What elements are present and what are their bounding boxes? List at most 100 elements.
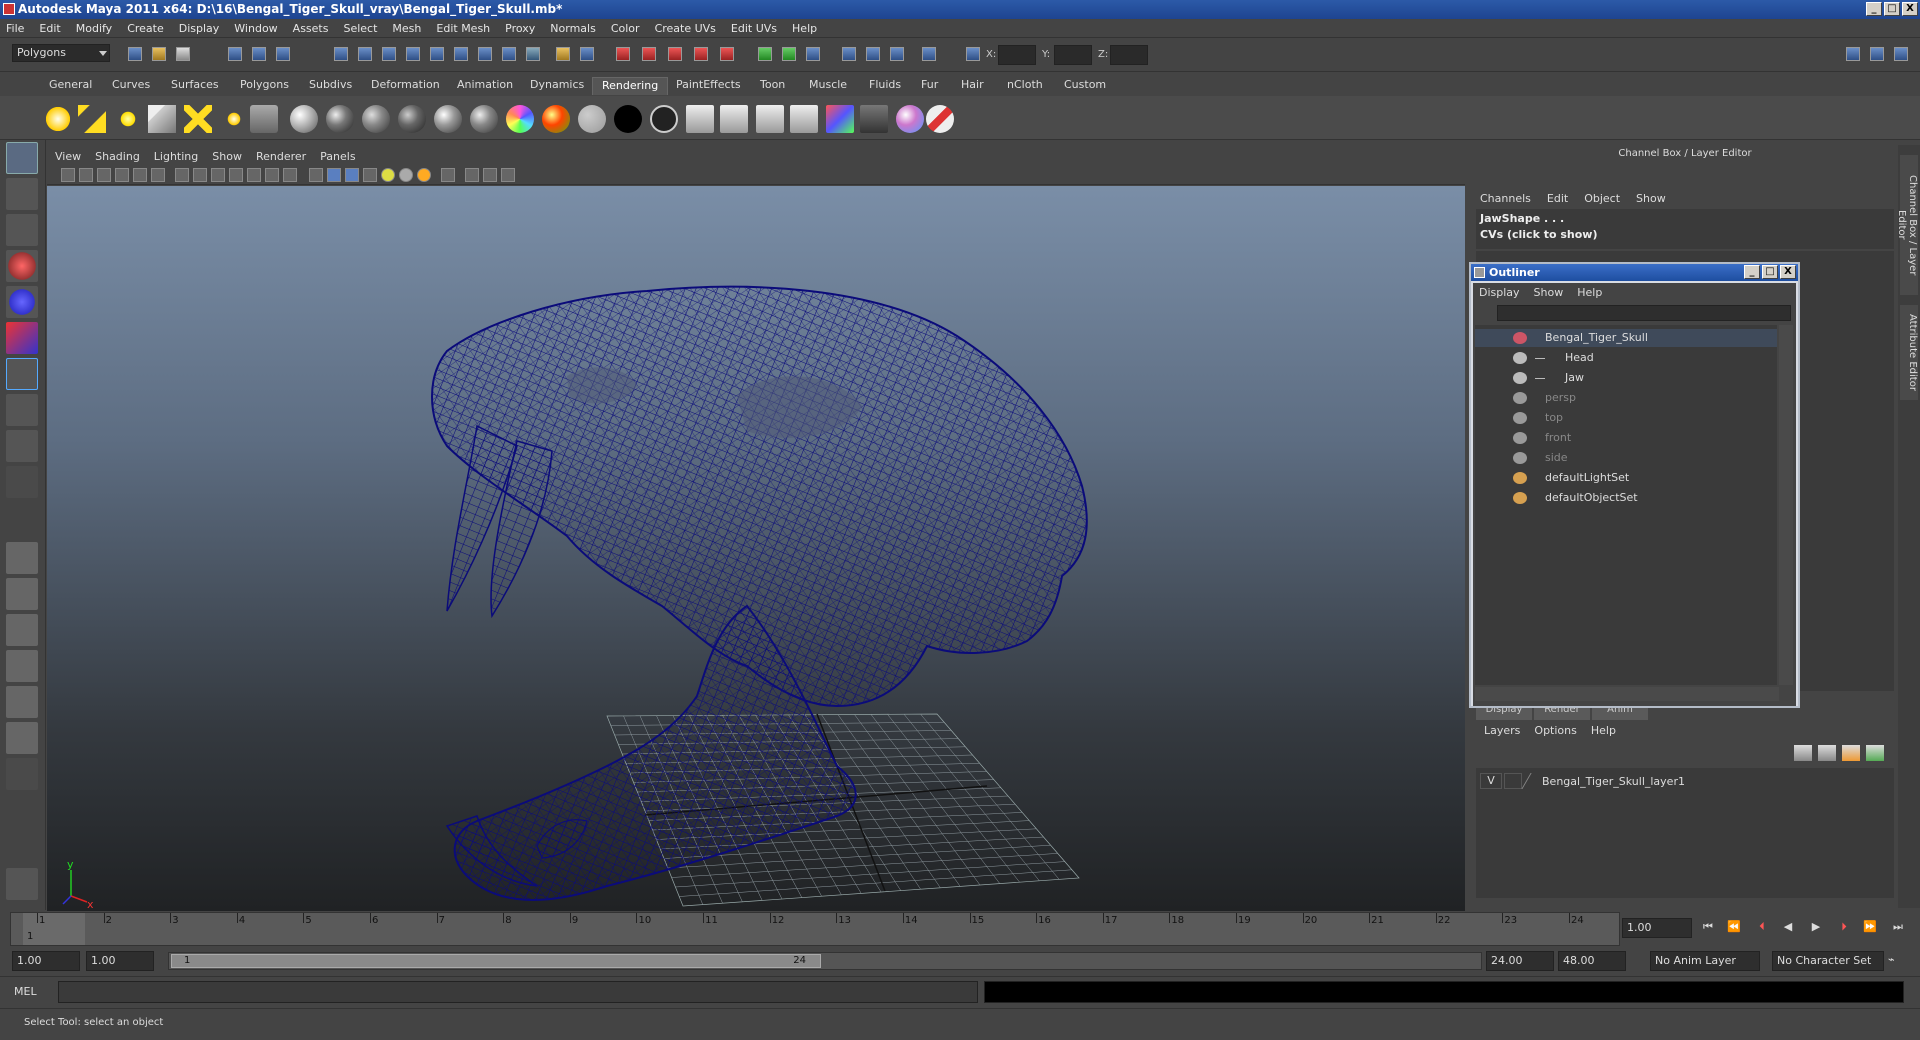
shelf-tab-painteffects[interactable]: PaintEffects bbox=[667, 77, 750, 95]
field-chart-icon[interactable] bbox=[247, 168, 261, 182]
xray-joints-icon[interactable] bbox=[483, 168, 497, 182]
shelf-tab-subdivs[interactable]: Subdivs bbox=[300, 77, 361, 95]
menu-select[interactable]: Select bbox=[343, 22, 377, 35]
move-layer-down-icon[interactable] bbox=[1818, 745, 1836, 761]
directional-light-icon[interactable] bbox=[78, 105, 106, 133]
output-ops-icon[interactable] bbox=[778, 43, 800, 65]
shelf-tab-custom[interactable]: Custom bbox=[1055, 77, 1115, 95]
universal-manipulator-icon[interactable] bbox=[6, 358, 38, 390]
viewport-menu-view[interactable]: View bbox=[55, 150, 81, 163]
select-surfaces-icon[interactable] bbox=[402, 43, 424, 65]
highlight-selection-icon[interactable] bbox=[576, 43, 598, 65]
layer-row[interactable]: V Bengal_Tiger_Skull_layer1 bbox=[1480, 772, 1890, 790]
menu-window[interactable]: Window bbox=[234, 22, 277, 35]
layer-menu-help[interactable]: Help bbox=[1591, 724, 1616, 737]
safe-title-icon[interactable] bbox=[283, 168, 297, 182]
layer-menu-options[interactable]: Options bbox=[1534, 724, 1576, 737]
open-scene-icon[interactable] bbox=[148, 43, 170, 65]
outliner-item[interactable]: top bbox=[1475, 409, 1777, 427]
outliner-filter-input[interactable] bbox=[1497, 305, 1791, 321]
two-d-pan-zoom-icon[interactable] bbox=[133, 168, 147, 182]
channel-box-menu-channels[interactable]: Channels bbox=[1480, 192, 1531, 205]
viewport-menu-renderer[interactable]: Renderer bbox=[256, 150, 306, 163]
textured-icon[interactable] bbox=[363, 168, 377, 182]
hypershade-shelf-icon[interactable] bbox=[826, 105, 854, 133]
outliner-menu-display[interactable]: Display bbox=[1479, 286, 1520, 299]
close-button[interactable]: X bbox=[1902, 2, 1918, 16]
step-forward-frame-icon[interactable]: ⏩ bbox=[1860, 920, 1880, 936]
new-layer-selected-icon[interactable] bbox=[1866, 745, 1884, 761]
viewport-menu-show[interactable]: Show bbox=[212, 150, 242, 163]
channel-box-object[interactable]: JawShape . . . CVs (click to show) bbox=[1476, 209, 1894, 249]
ambient-light-icon[interactable] bbox=[44, 105, 72, 133]
mel-label[interactable]: MEL bbox=[14, 985, 37, 998]
menu-proxy[interactable]: Proxy bbox=[505, 22, 535, 35]
question-icon[interactable] bbox=[522, 43, 544, 65]
menu-help[interactable]: Help bbox=[792, 22, 817, 35]
rotate-tool-icon[interactable] bbox=[6, 286, 38, 318]
command-input[interactable] bbox=[58, 981, 978, 1003]
resolution-gate-icon[interactable] bbox=[211, 168, 225, 182]
outliner-item[interactable]: defaultObjectSet bbox=[1475, 489, 1777, 507]
select-handles-icon[interactable] bbox=[330, 43, 352, 65]
outliner-minimize-button[interactable]: _ bbox=[1744, 265, 1760, 279]
shelf-tab-toon[interactable]: Toon bbox=[751, 77, 794, 95]
construction-history-icon[interactable] bbox=[802, 43, 824, 65]
time-slider[interactable]: 1 1 2 3 4 5 6 7 8 9 10 11 12 13 14 15 16 17 18 19 20 21 22 23 2… bbox=[10, 912, 1620, 946]
current-frame-marker[interactable]: 1 bbox=[23, 913, 85, 945]
shelf-tab-surfaces[interactable]: Surfaces bbox=[162, 77, 228, 95]
anisotropic-material-icon[interactable] bbox=[434, 105, 462, 133]
outliner-item[interactable]: Jaw bbox=[1475, 369, 1777, 387]
layout-collapse-icon[interactable] bbox=[6, 758, 38, 790]
x-field[interactable] bbox=[998, 45, 1036, 65]
viewport-menu-panels[interactable]: Panels bbox=[320, 150, 355, 163]
area-light-icon[interactable] bbox=[184, 105, 212, 133]
surface-shader-icon[interactable] bbox=[578, 105, 606, 133]
smooth-shade-icon[interactable] bbox=[327, 168, 341, 182]
isolate-select-icon[interactable] bbox=[441, 168, 455, 182]
select-by-hierarchy-icon[interactable] bbox=[224, 43, 246, 65]
step-forward-key-icon[interactable]: ⏵ bbox=[1834, 920, 1854, 936]
shelf-tab-ncloth[interactable]: nCloth bbox=[998, 77, 1052, 95]
outliner-vertical-scrollbar[interactable] bbox=[1779, 325, 1793, 685]
layer-menu-layers[interactable]: Layers bbox=[1484, 724, 1520, 737]
use-background-icon[interactable] bbox=[614, 105, 642, 133]
outliner-menu-help[interactable]: Help bbox=[1577, 286, 1602, 299]
step-back-frame-icon[interactable]: ⏪ bbox=[1724, 920, 1744, 936]
make-live-icon[interactable] bbox=[716, 43, 738, 65]
viewport-menu-lighting[interactable]: Lighting bbox=[154, 150, 198, 163]
layer-display-type-toggle[interactable] bbox=[1504, 773, 1522, 789]
playback-end-field[interactable]: 24.00 bbox=[1486, 951, 1554, 971]
snap-to-grid-icon[interactable] bbox=[612, 43, 634, 65]
outliner-item[interactable]: Bengal_Tiger_Skull bbox=[1475, 329, 1777, 347]
select-misc-icon[interactable] bbox=[498, 43, 520, 65]
render-globals-icon[interactable] bbox=[886, 43, 908, 65]
select-joints-icon[interactable] bbox=[354, 43, 376, 65]
shelf-tab-fur[interactable]: Fur bbox=[912, 77, 947, 95]
render-current-frame-icon[interactable] bbox=[686, 105, 714, 133]
outliner-item[interactable]: defaultLightSet bbox=[1475, 469, 1777, 487]
spot-light-icon[interactable] bbox=[148, 105, 176, 133]
menu-set-dropdown[interactable]: Polygons bbox=[12, 44, 110, 62]
shelf-tab-general[interactable]: General bbox=[40, 77, 101, 95]
shadows-icon[interactable] bbox=[399, 168, 413, 182]
attribute-editor-edge-tab[interactable]: Attribute Editor bbox=[1900, 305, 1918, 400]
outliner-item[interactable]: Head bbox=[1475, 349, 1777, 367]
blinn-material-icon[interactable] bbox=[326, 105, 354, 133]
shader-ball-icon[interactable] bbox=[896, 105, 924, 133]
shelf-tab-dynamics[interactable]: Dynamics bbox=[521, 77, 593, 95]
snap-to-point-icon[interactable] bbox=[664, 43, 686, 65]
safe-action-icon[interactable] bbox=[265, 168, 279, 182]
menu-file[interactable]: File bbox=[6, 22, 24, 35]
shelf-tab-hair[interactable]: Hair bbox=[952, 77, 993, 95]
go-to-end-icon[interactable]: ⏭ bbox=[1888, 920, 1908, 936]
mental-ray-icon[interactable] bbox=[6, 868, 38, 900]
show-manipulator-icon[interactable] bbox=[6, 430, 38, 462]
grease-pencil-icon[interactable] bbox=[151, 168, 165, 182]
gate-mask-icon[interactable] bbox=[229, 168, 243, 182]
shelf-tab-curves[interactable]: Curves bbox=[103, 77, 159, 95]
anim-layer-dropdown[interactable]: No Anim Layer bbox=[1650, 951, 1760, 971]
channel-box-edge-tab[interactable]: Channel Box / Layer Editor bbox=[1896, 155, 1918, 295]
transform-input-mode-icon[interactable] bbox=[962, 43, 984, 65]
channel-box-menu-show[interactable]: Show bbox=[1636, 192, 1666, 205]
